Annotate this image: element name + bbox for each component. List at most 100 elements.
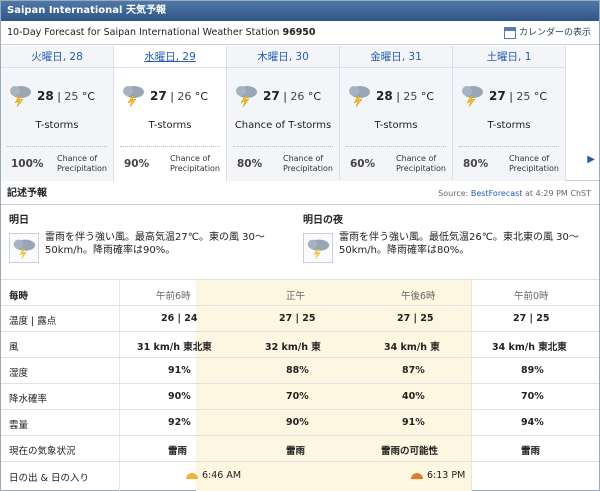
hourly-row-cloud: 雲量 92% 90% 91% 94% bbox=[1, 409, 599, 435]
sunrise-icon bbox=[186, 472, 198, 479]
precip-percent: 60% bbox=[350, 158, 376, 170]
day-name[interactable]: 水曜日, 29 bbox=[114, 46, 226, 68]
cell-value: 34 km/h 東 bbox=[384, 342, 440, 353]
time-label: 午前6時 bbox=[156, 291, 191, 302]
day-card[interactable]: 火曜日, 28 28 | 25 °C T-storms 100% Chance … bbox=[1, 46, 114, 181]
cell-value: 31 km/h 東北東 bbox=[137, 342, 212, 353]
source-prefix: Source: bbox=[438, 189, 469, 198]
divider bbox=[346, 146, 446, 147]
forecast-widget: Saipan International 天気予報 10-Day Forecas… bbox=[0, 0, 600, 491]
cell-value: 雷雨の可能性 bbox=[381, 446, 439, 457]
day-card[interactable]: 水曜日, 29 27 | 26 °C T-storms 90% Chance o… bbox=[114, 46, 227, 181]
day-temps: 28 | 25 °C bbox=[376, 89, 435, 103]
hourly-table: 毎時 午前6時 正午 午後6時 午前0時 温度 | 露点 26 | 24 27 … bbox=[1, 279, 599, 491]
sunrise-cell: 6:46 AM bbox=[186, 470, 241, 481]
hourly-row-humidity: 湿度 91% 88% 87% 89% bbox=[1, 357, 599, 383]
row-label: 降水確率 bbox=[9, 394, 48, 405]
precip-percent: 100% bbox=[11, 158, 44, 170]
row-label: 湿度 bbox=[9, 368, 29, 379]
cell-value: 90% bbox=[286, 417, 309, 428]
day-temps: 27 | 26 °C bbox=[263, 89, 322, 103]
low-temp: 26 bbox=[290, 90, 305, 103]
precip-percent: 80% bbox=[237, 158, 263, 170]
station-id: 96950 bbox=[282, 27, 316, 38]
calendar-icon bbox=[503, 26, 516, 39]
low-temp: 25 bbox=[516, 90, 531, 103]
temp-unit: °C bbox=[420, 90, 435, 103]
cell-value: 雷雨 bbox=[521, 446, 541, 457]
precip-label: Chance of Precipitation bbox=[170, 154, 221, 173]
thunderstorm-icon bbox=[236, 86, 257, 108]
low-temp: 26 bbox=[177, 90, 192, 103]
cell-value: 87% bbox=[402, 365, 425, 376]
day-card[interactable]: 木曜日, 30 27 | 26 °C Chance of T-storms 80… bbox=[227, 46, 340, 181]
day-condition: Chance of T-storms bbox=[234, 120, 332, 131]
cell-value: 32 km/h 東 bbox=[265, 342, 321, 353]
precip-label: Chance of Precipitation bbox=[509, 154, 560, 173]
thunderstorm-icon bbox=[123, 86, 144, 108]
row-label: 雲量 bbox=[9, 420, 29, 431]
calendar-link-label: カレンダーの表示 bbox=[518, 28, 591, 38]
sunset-icon bbox=[411, 472, 423, 479]
narrative-tonight-text: 雷雨を伴う強い風。最低気温26℃。東北東の風 30～50km/h。降雨確率は80… bbox=[339, 232, 579, 256]
hourly-row-wind: 風 31 km/h 東北東 32 km/h 東 34 km/h 東 34 km/… bbox=[1, 331, 599, 357]
thunderstorm-icon bbox=[349, 86, 370, 108]
source-link[interactable]: BestForecast bbox=[471, 189, 523, 198]
cell-value: 雷雨 bbox=[168, 446, 188, 457]
cell-value: 27 | 25 bbox=[513, 313, 550, 324]
thunderstorm-icon bbox=[10, 86, 31, 108]
row-label: 温度 | 露点 bbox=[9, 316, 57, 327]
day-name[interactable]: 土曜日, 1 bbox=[453, 46, 565, 68]
row-label: 風 bbox=[9, 342, 19, 353]
day-name[interactable]: 火曜日, 28 bbox=[1, 46, 113, 68]
thunderstorm-icon bbox=[9, 233, 39, 263]
day-card[interactable]: 土曜日, 1 27 | 25 °C T-storms 80% Chance of… bbox=[453, 46, 566, 181]
low-temp: 25 bbox=[64, 90, 79, 103]
temp-unit: °C bbox=[194, 90, 209, 103]
high-temp: 27 bbox=[489, 89, 506, 103]
hourly-row-condition: 現在の気象状況 雷雨 雷雨 雷雨の可能性 雷雨 bbox=[1, 435, 599, 461]
time-label: 午後6時 bbox=[401, 291, 436, 302]
sunset-cell: 6:13 PM bbox=[411, 470, 465, 481]
cell-value: 94% bbox=[521, 417, 544, 428]
precip-percent: 80% bbox=[463, 158, 489, 170]
cell-value: 27 | 25 bbox=[397, 313, 434, 324]
temp-unit: °C bbox=[81, 90, 96, 103]
cell-value: 27 | 25 bbox=[279, 313, 316, 324]
divider bbox=[233, 146, 333, 147]
source-note: Source: BestForecast at 4:29 PM ChST bbox=[438, 183, 591, 205]
narrative-heading: 記述予報 bbox=[7, 188, 47, 199]
cell-value: 88% bbox=[286, 365, 309, 376]
cell-value: 26 | 24 bbox=[161, 313, 198, 324]
day-temps: 28 | 25 °C bbox=[37, 89, 96, 103]
day-name[interactable]: 金曜日, 31 bbox=[340, 46, 452, 68]
precip-label: Chance of Precipitation bbox=[283, 154, 334, 173]
hourly-row-sun: 日の出 & 日の入り 6:46 AM 6:13 PM bbox=[1, 461, 599, 491]
row-label: 日の出 & 日の入り bbox=[9, 473, 89, 484]
cell-value: 70% bbox=[286, 391, 309, 402]
day-condition: T-storms bbox=[374, 120, 418, 131]
next-arrow-icon[interactable]: ▶ bbox=[587, 154, 595, 165]
cell-value: 89% bbox=[521, 365, 544, 376]
narrative-tonight-title: 明日の夜 bbox=[303, 215, 343, 226]
subheader-prefix: 10-Day Forecast for Saipan International… bbox=[7, 27, 280, 38]
day-name[interactable]: 木曜日, 30 bbox=[227, 46, 339, 68]
day-card[interactable]: 金曜日, 31 28 | 25 °C T-storms 60% Chance o… bbox=[340, 46, 453, 181]
narrative-header: 記述予報 Source: BestForecast at 4:29 PM ChS… bbox=[1, 183, 599, 205]
cell-value: 91% bbox=[168, 365, 191, 376]
high-temp: 27 bbox=[150, 89, 167, 103]
cell-value: 34 km/h 東北東 bbox=[492, 342, 567, 353]
day-temps: 27 | 25 °C bbox=[489, 89, 548, 103]
day-condition: T-storms bbox=[487, 120, 531, 131]
thunderstorm-icon bbox=[303, 233, 333, 263]
narrative-today-title: 明日 bbox=[9, 215, 29, 226]
day-temps: 27 | 26 °C bbox=[150, 89, 209, 103]
day-condition: T-storms bbox=[148, 120, 192, 131]
narrative-tonight: 明日の夜 雷雨を伴う強い風。最低気温26℃。東北東の風 30～50km/h。降雨… bbox=[303, 211, 593, 263]
calendar-link[interactable]: カレンダーの表示 bbox=[503, 21, 591, 45]
cell-value: 雷雨 bbox=[286, 446, 306, 457]
hourly-row-precip: 降水確率 90% 70% 40% 70% bbox=[1, 383, 599, 409]
row-label: 現在の気象状況 bbox=[9, 446, 76, 457]
cell-value: 92% bbox=[168, 417, 191, 428]
divider bbox=[7, 146, 107, 147]
